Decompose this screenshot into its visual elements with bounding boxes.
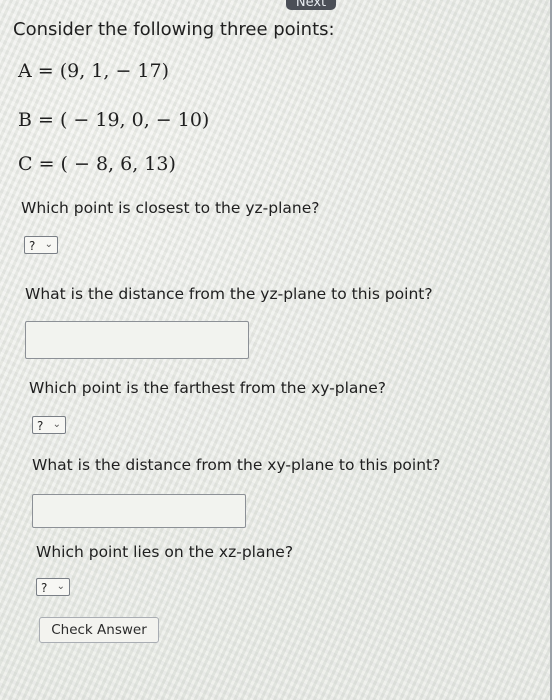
distance-xy-input[interactable] xyxy=(32,494,246,528)
chevron-down-icon: ⌄ xyxy=(44,239,53,250)
point-c: C = ( − 8, 6, 13) xyxy=(18,153,176,175)
problem-intro: Consider the following three points: xyxy=(13,19,335,40)
farthest-xy-select[interactable]: ? ⌄ xyxy=(32,416,66,434)
question-closest-yz: Which point is closest to the yz-plane? xyxy=(21,199,320,217)
check-answer-button[interactable]: Check Answer xyxy=(39,617,159,643)
xz-plane-select[interactable]: ? ⌄ xyxy=(36,578,70,596)
closest-yz-select[interactable]: ? ⌄ xyxy=(24,236,58,254)
question-farthest-xy: Which point is the farthest from the xy-… xyxy=(29,379,386,397)
select-value: ? xyxy=(29,239,36,253)
question-distance-xy: What is the distance from the xy-plane t… xyxy=(32,456,441,474)
chevron-down-icon: ⌄ xyxy=(52,419,61,430)
point-b: B = ( − 19, 0, − 10) xyxy=(18,109,210,131)
select-value: ? xyxy=(37,419,44,433)
question-distance-yz: What is the distance from the yz-plane t… xyxy=(25,285,433,303)
chevron-down-icon: ⌄ xyxy=(56,581,65,592)
distance-yz-input[interactable] xyxy=(25,321,249,359)
question-on-xz-plane: Which point lies on the xz-plane? xyxy=(36,543,294,561)
next-button[interactable]: Next xyxy=(286,0,336,10)
point-a: A = (9, 1, − 17) xyxy=(18,60,170,82)
select-value: ? xyxy=(41,581,48,595)
